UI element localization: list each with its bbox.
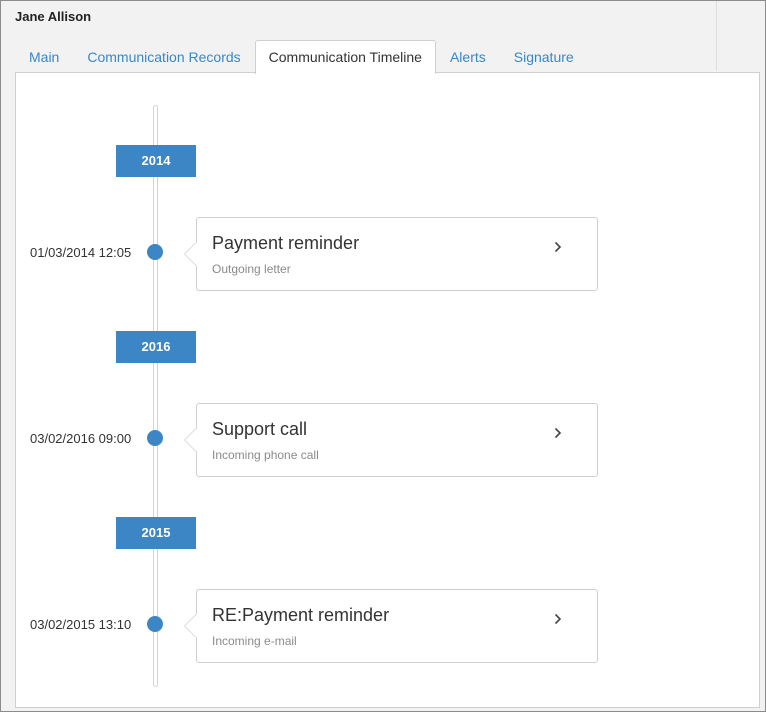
card-title: Support call <box>212 419 308 439</box>
communication-card[interactable]: RE:Payment reminder Incoming e-mail <box>184 589 598 663</box>
timeline-panel: 2014 01/03/2014 12:05 Payment reminder O… <box>15 72 760 708</box>
communication-card[interactable]: Support call Incoming phone call <box>184 403 598 477</box>
tab-communication-timeline[interactable]: Communication Timeline <box>254 40 436 74</box>
communication-card[interactable]: Payment reminder Outgoing letter <box>184 217 598 291</box>
year-badge: 2015 <box>116 517 196 549</box>
tab-alerts[interactable]: Alerts <box>436 40 500 73</box>
card-subtitle: Incoming phone call <box>212 448 319 462</box>
timeline-entry: 01/03/2014 12:05 Payment reminder Outgoi… <box>16 217 761 291</box>
entry-datetime: 03/02/2016 09:00 <box>30 431 132 446</box>
tab-communication-records[interactable]: Communication Records <box>73 40 254 73</box>
tab-bar: Main Communication Records Communication… <box>15 40 588 74</box>
timeline-dot-icon <box>147 244 163 260</box>
card-title: Payment reminder <box>212 233 360 253</box>
card-subtitle: Outgoing letter <box>212 262 291 276</box>
entry-datetime: 03/02/2015 13:10 <box>30 617 132 632</box>
entry-datetime: 01/03/2014 12:05 <box>30 245 132 260</box>
timeline-dot-icon <box>147 616 163 632</box>
tab-signature[interactable]: Signature <box>500 40 588 73</box>
chevron-right-icon[interactable] <box>551 426 565 440</box>
card-title: RE:Payment reminder <box>212 605 390 625</box>
timeline-dot-icon <box>147 430 163 446</box>
timeline-entry: 03/02/2015 13:10 RE:Payment reminder Inc… <box>16 589 761 663</box>
chevron-right-icon[interactable] <box>551 240 565 254</box>
tab-main[interactable]: Main <box>15 40 73 73</box>
window-title: Jane Allison <box>15 9 92 24</box>
header-right-area <box>716 1 764 71</box>
year-badge: 2014 <box>116 145 196 177</box>
card-subtitle: Incoming e-mail <box>212 634 297 648</box>
year-badge: 2016 <box>116 331 196 363</box>
timeline-entry: 03/02/2016 09:00 Support call Incoming p… <box>16 403 761 477</box>
chevron-right-icon[interactable] <box>551 612 565 626</box>
